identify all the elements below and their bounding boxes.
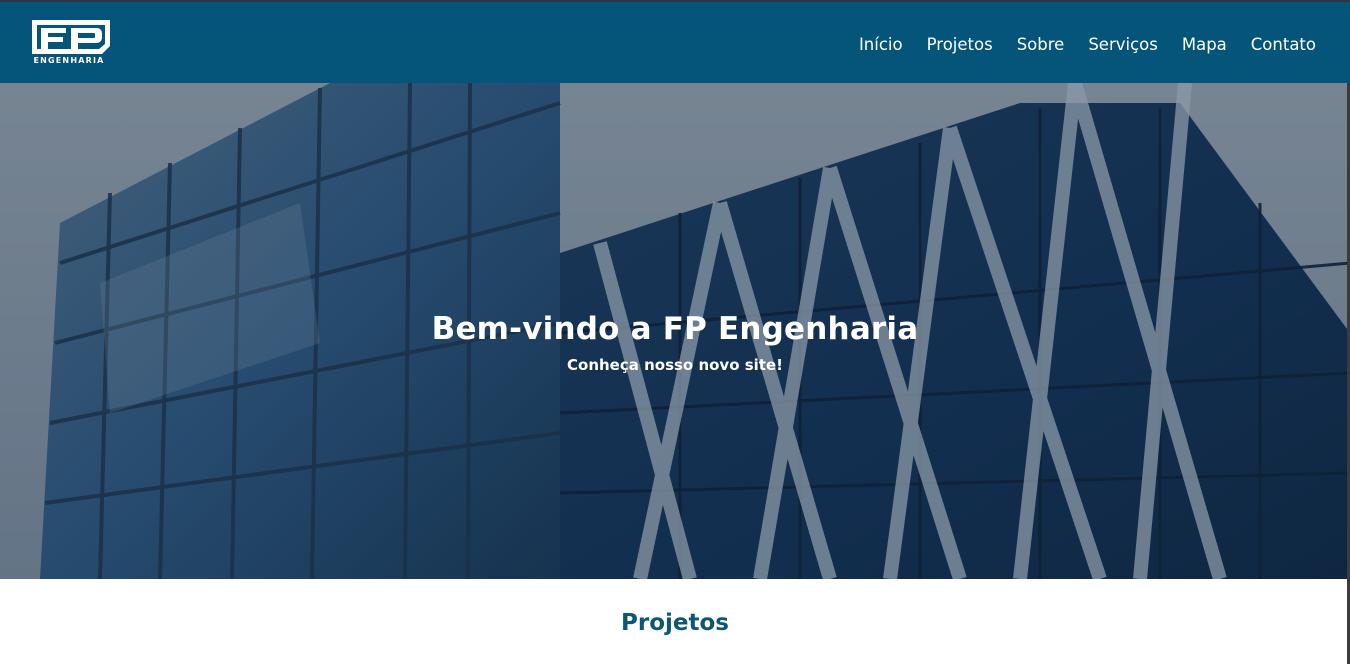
hero-subtitle: Conheça nosso novo site! (567, 356, 783, 374)
logo-mark-icon (32, 20, 110, 54)
page: ENGENHARIA Início Projetos Sobre Serviço… (0, 0, 1350, 664)
navbar: ENGENHARIA Início Projetos Sobre Serviço… (0, 2, 1350, 83)
logo-caption: ENGENHARIA (33, 56, 105, 65)
logo[interactable]: ENGENHARIA (30, 18, 112, 68)
hero-title: Bem-vindo a FP Engenharia (431, 311, 919, 347)
hero-banner: Bem-vindo a FP Engenharia Conheça nosso … (0, 83, 1350, 579)
nav-servicos[interactable]: Serviços (1088, 35, 1158, 54)
nav-contato[interactable]: Contato (1251, 35, 1316, 54)
nav-inicio[interactable]: Início (859, 35, 903, 54)
projects-section-title: Projetos (621, 610, 729, 636)
nav-mapa[interactable]: Mapa (1182, 35, 1227, 54)
nav-sobre[interactable]: Sobre (1017, 35, 1065, 54)
main-nav: Início Projetos Sobre Serviços Mapa Cont… (859, 4, 1316, 85)
nav-projetos[interactable]: Projetos (927, 35, 993, 54)
